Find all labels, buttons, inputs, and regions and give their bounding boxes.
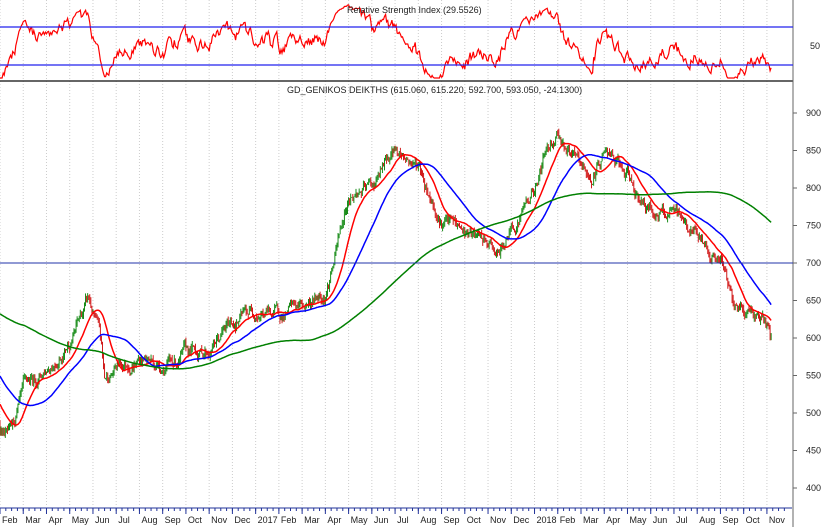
- rsi-tick-label: 50: [810, 41, 820, 51]
- x-tick-label: Mar: [25, 515, 41, 525]
- y-tick-label: 600: [806, 333, 821, 343]
- x-tick-label: Dec: [513, 515, 530, 525]
- x-tick-label: Oct: [746, 515, 761, 525]
- y-tick-label: 500: [806, 408, 821, 418]
- x-tick-label: Nov: [211, 515, 228, 525]
- x-tick-label: May: [629, 515, 647, 525]
- chart-container: Feb Mar Apr May Jun Jul Aug Sep Oct Nov Dec 2017 Feb…: [0, 0, 824, 527]
- x-tick-label: Nov: [490, 515, 507, 525]
- ma-line-50: [0, 153, 772, 407]
- x-tick-label: Apr: [327, 515, 341, 525]
- y-tick-label: 650: [806, 296, 821, 306]
- x-tick-label: Jun: [653, 515, 668, 525]
- x-tick-label: Mar: [583, 515, 599, 525]
- x-tick-label: Jul: [118, 515, 130, 525]
- rsi-title: Relative Strength Index (29.5526): [347, 5, 482, 15]
- y-tick-label: 400: [806, 483, 821, 493]
- stock-chart: Feb Mar Apr May Jun Jul Aug Sep Oct Nov Dec 2017 Feb…: [0, 0, 821, 527]
- x-tick-label: Aug: [420, 515, 436, 525]
- x-tick-label: 2018: [537, 515, 557, 525]
- x-tick-label: Jul: [676, 515, 688, 525]
- x-tick-label: Oct: [188, 515, 203, 525]
- x-tick-label: Jun: [95, 515, 110, 525]
- x-tick-label: Apr: [48, 515, 62, 525]
- y-tick-label: 450: [806, 446, 821, 456]
- y-tick-label: 800: [806, 183, 821, 193]
- x-tick-label: May: [72, 515, 90, 525]
- x-tick-label: Dec: [234, 515, 251, 525]
- ma-line-20: [0, 142, 772, 426]
- x-tick-label: Aug: [699, 515, 715, 525]
- rsi-line: [0, 4, 772, 79]
- x-tick-label: Jun: [374, 515, 389, 525]
- x-tick-label: Aug: [141, 515, 157, 525]
- x-tick-label: Apr: [606, 515, 620, 525]
- x-tick-label: Feb: [560, 515, 576, 525]
- y-tick-label: 850: [806, 146, 821, 156]
- y-tick-label: 750: [806, 221, 821, 231]
- x-tick-label: Mar: [304, 515, 320, 525]
- x-tick-label: Feb: [2, 515, 18, 525]
- ma-line-200: [0, 191, 772, 370]
- x-tick-label: Oct: [467, 515, 482, 525]
- x-tick-label: Sep: [722, 515, 738, 525]
- x-tick-label: Sep: [444, 515, 460, 525]
- x-tick-label: 2017: [258, 515, 278, 525]
- x-tick-label: Jul: [397, 515, 409, 525]
- x-tick-label: May: [351, 515, 369, 525]
- y-tick-label: 700: [806, 258, 821, 268]
- x-tick-label: Feb: [281, 515, 297, 525]
- x-tick-label: Sep: [165, 515, 181, 525]
- chart-title: GD_GENIKOS DEIKTHS (615.060, 615.220, 59…: [287, 85, 582, 95]
- y-tick-label: 550: [806, 371, 821, 381]
- y-tick-label: 900: [806, 108, 821, 118]
- x-tick-label: Nov: [769, 515, 786, 525]
